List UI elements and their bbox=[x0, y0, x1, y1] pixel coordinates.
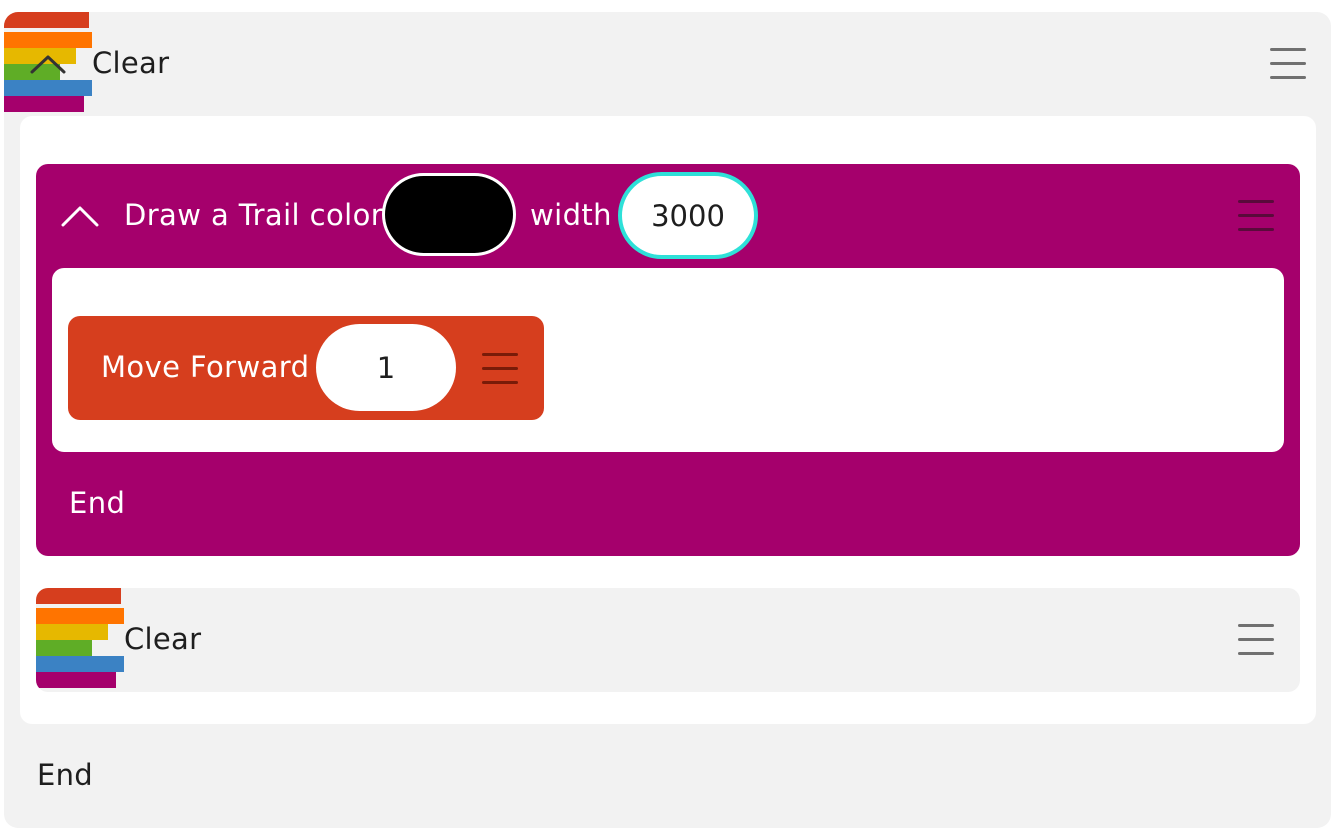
trail-width-input[interactable] bbox=[618, 172, 758, 259]
chevron-up-icon[interactable] bbox=[30, 52, 66, 76]
clear-block-end-label: End bbox=[37, 758, 94, 792]
clear-block[interactable]: Clear bbox=[36, 588, 1300, 692]
clear-block-label: Clear bbox=[124, 622, 202, 656]
trail-color-picker[interactable] bbox=[382, 173, 516, 256]
move-forward-input[interactable] bbox=[316, 324, 456, 411]
clear-block-body: Draw a Trail color width Move Forward bbox=[20, 116, 1316, 724]
width-label: width bbox=[530, 198, 612, 232]
hamburger-menu-icon[interactable] bbox=[1270, 48, 1306, 79]
move-forward-block[interactable]: Move Forward bbox=[68, 316, 544, 420]
draw-trail-block[interactable]: Draw a Trail color width Move Forward bbox=[36, 164, 1300, 556]
chevron-up-icon[interactable] bbox=[61, 203, 99, 229]
clear-block[interactable]: Clear Draw a Trail color width Move Forw… bbox=[4, 12, 1331, 828]
move-forward-label: Move Forward bbox=[101, 350, 310, 384]
draw-trail-body: Move Forward bbox=[52, 268, 1284, 452]
clear-block-label: Clear bbox=[92, 46, 170, 80]
hamburger-menu-icon[interactable] bbox=[1238, 624, 1274, 655]
hamburger-menu-icon[interactable] bbox=[482, 353, 518, 384]
draw-trail-end-label: End bbox=[69, 486, 126, 520]
rainbow-icon bbox=[36, 588, 136, 692]
hamburger-menu-icon[interactable] bbox=[1238, 200, 1274, 231]
draw-trail-label: Draw a Trail color bbox=[124, 198, 384, 232]
